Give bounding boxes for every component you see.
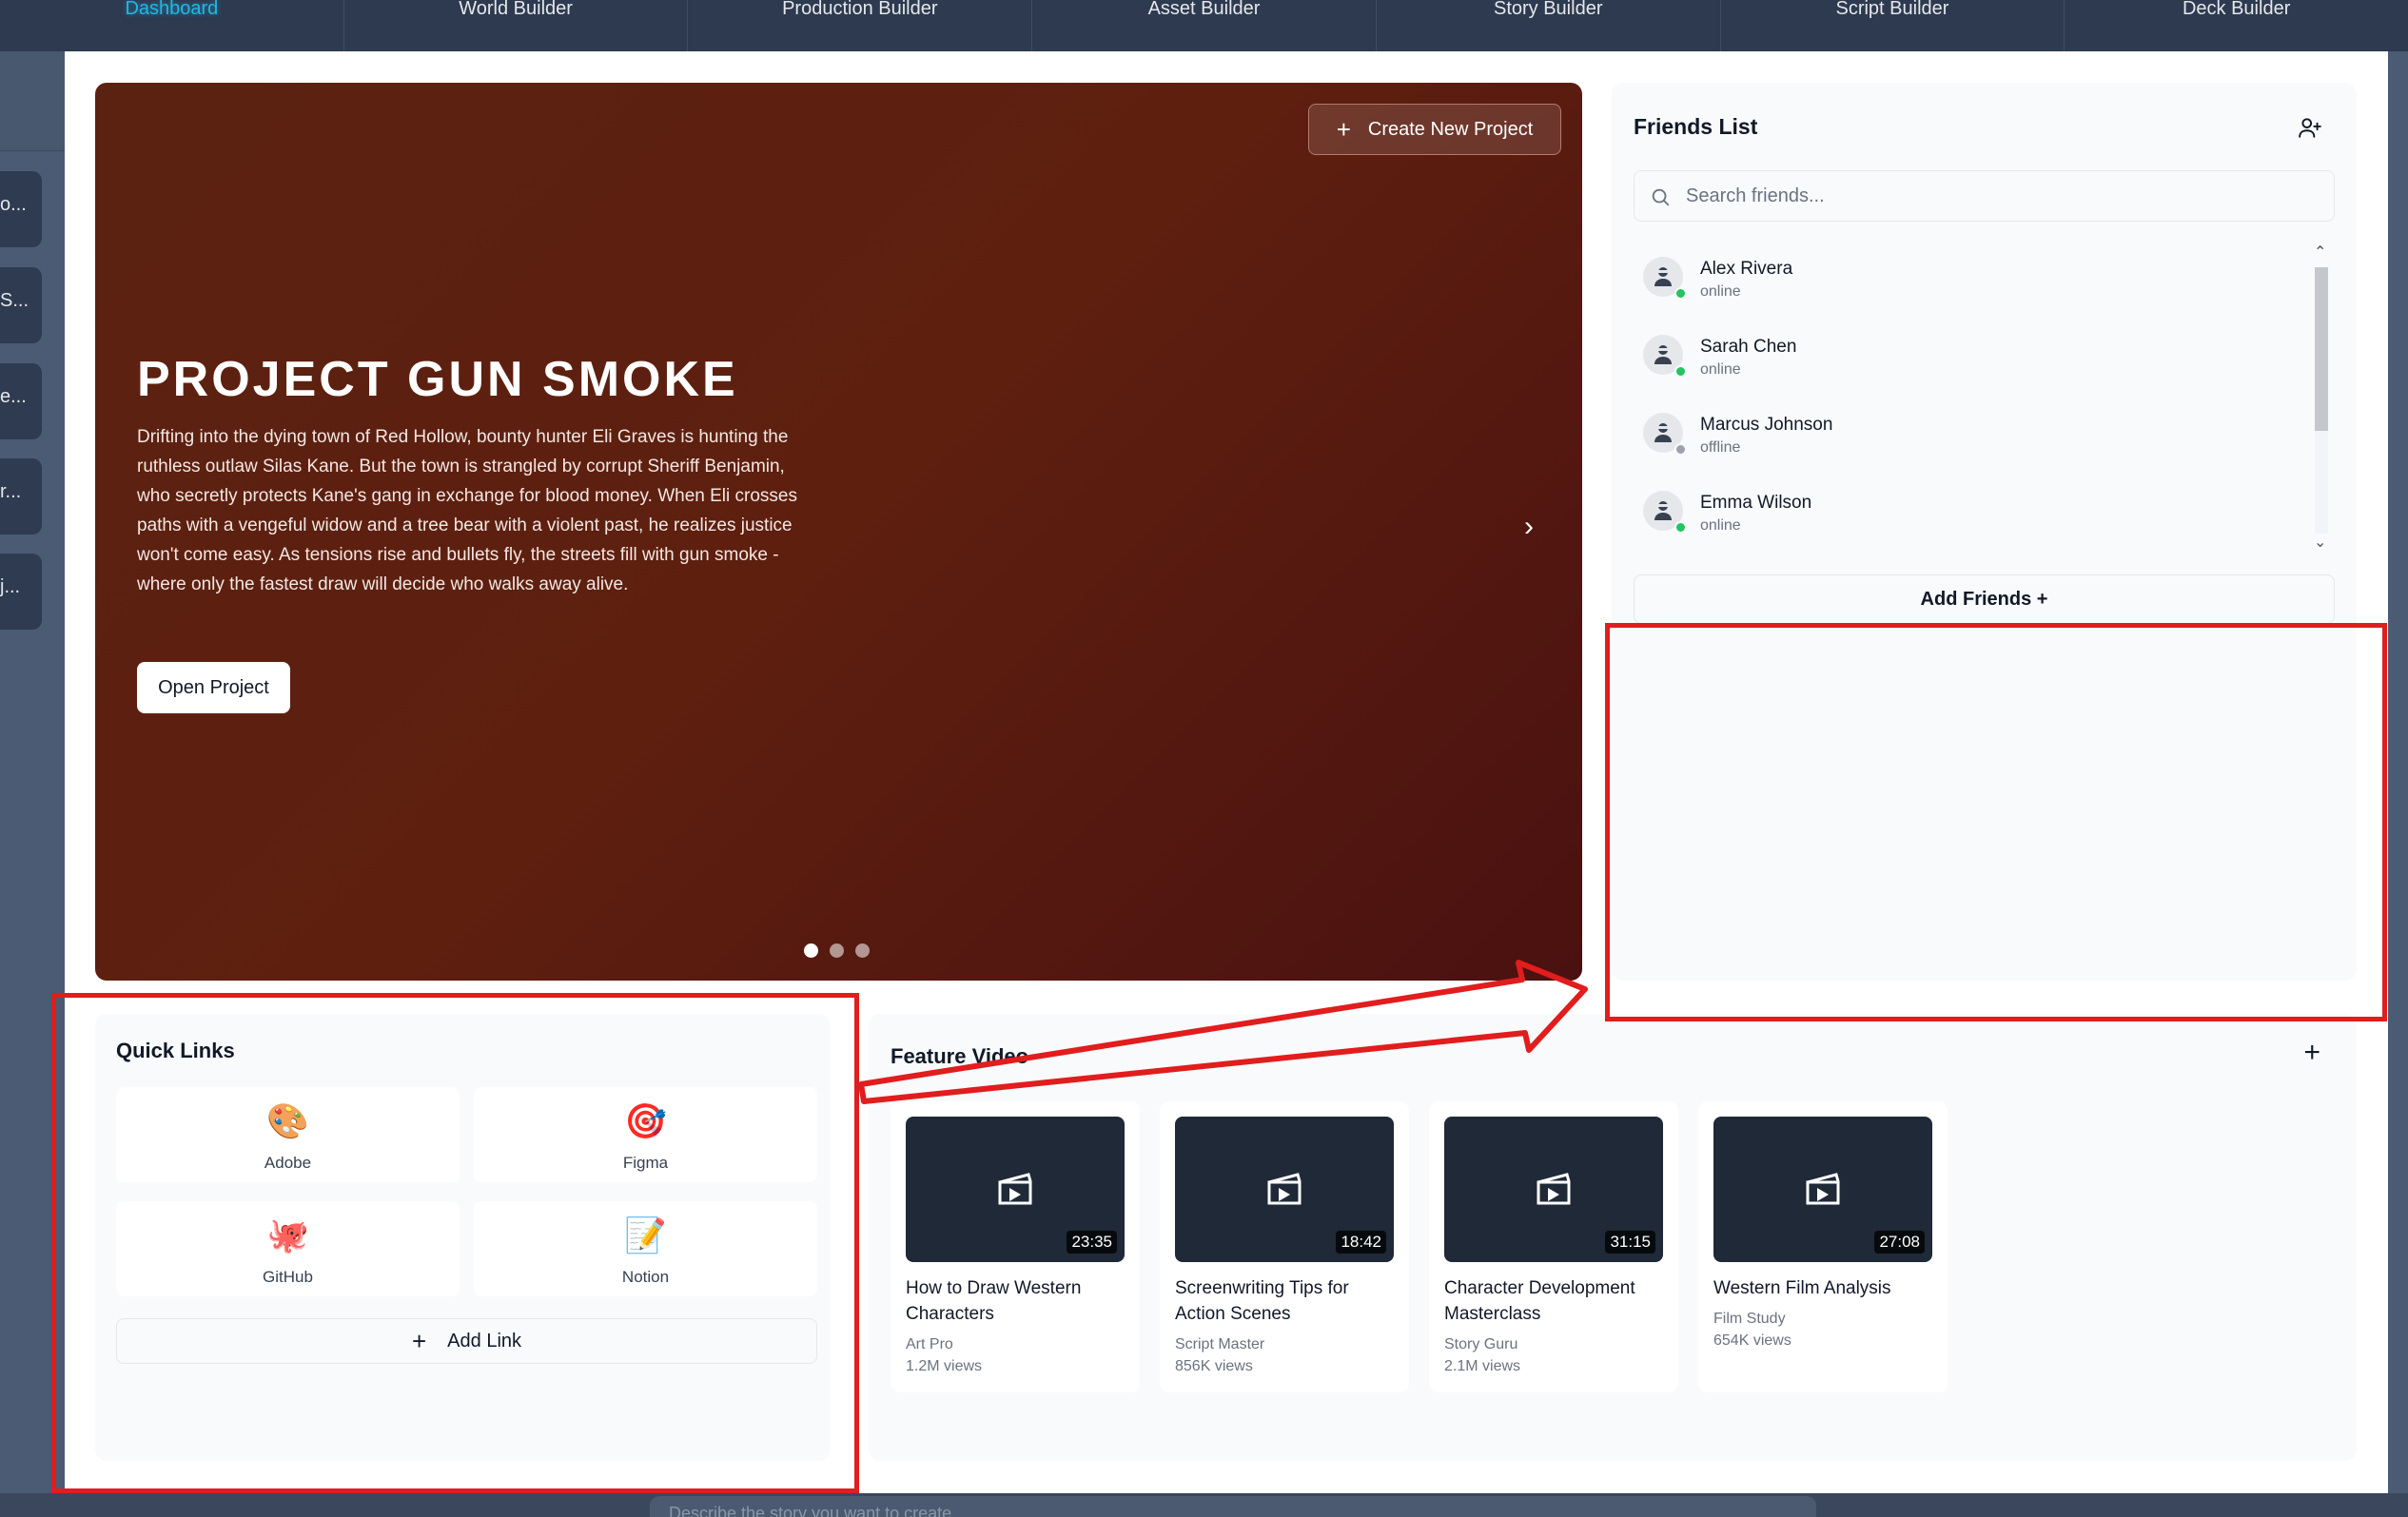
annotation-arrow [858,960,1588,1104]
